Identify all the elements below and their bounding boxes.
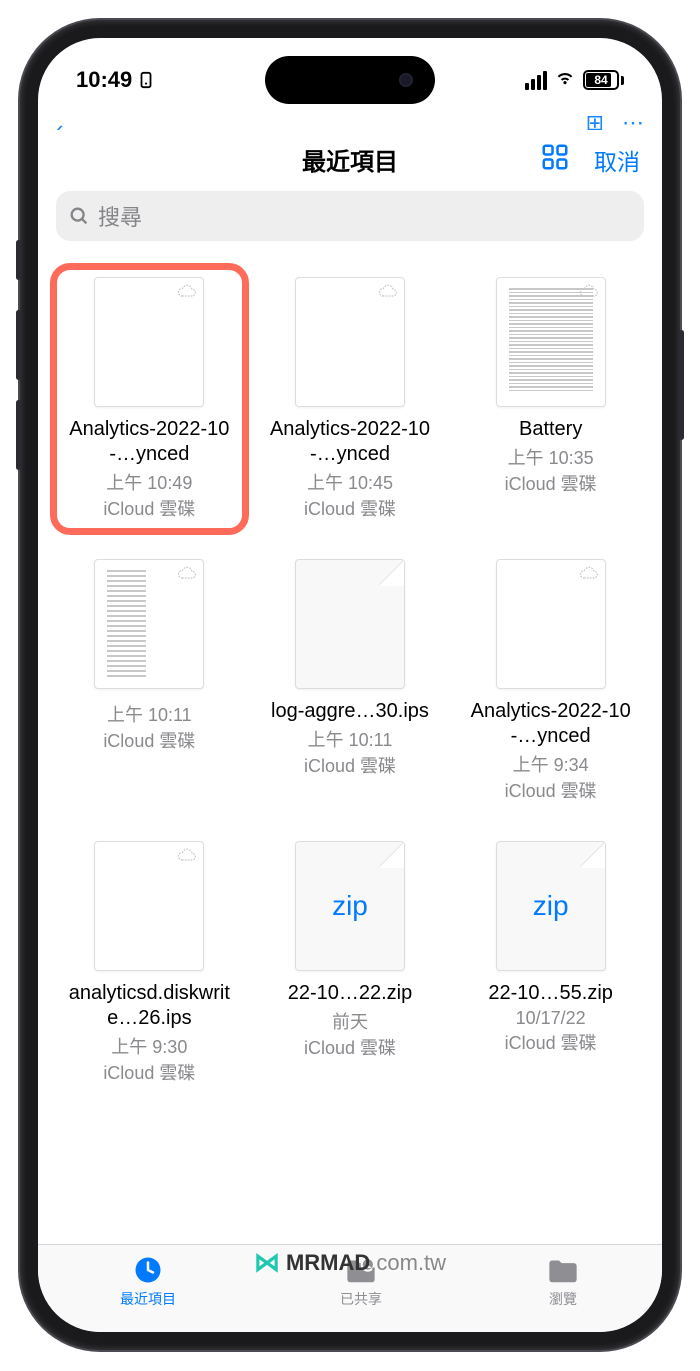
search-input[interactable]: 搜尋	[56, 191, 644, 241]
file-location: iCloud 雲碟	[505, 1029, 597, 1055]
file-item[interactable]: Battery上午 10:35iCloud 雲碟	[455, 267, 646, 531]
file-item[interactable]: log-aggre…30.ips上午 10:11iCloud 雲碟	[255, 549, 446, 813]
file-time: 上午 9:34	[513, 751, 589, 777]
file-item[interactable]: Analytics-2022-10-…ynced上午 10:45iCloud 雲…	[255, 267, 446, 531]
file-time: 上午 10:11	[107, 701, 192, 727]
file-grid: Analytics-2022-10-…ynced上午 10:49iCloud 雲…	[38, 259, 662, 1244]
file-time: 上午 10:49	[106, 469, 192, 495]
file-location: iCloud 雲碟	[505, 470, 597, 496]
page-title: 最近項目	[302, 142, 398, 177]
file-name: analyticsd.diskwrite…26.ips	[58, 981, 241, 1031]
cancel-button[interactable]: 取消	[594, 143, 640, 177]
file-item[interactable]: analyticsd.diskwrite…26.ips上午 9:30iCloud…	[54, 831, 245, 1095]
phone-frame: 10:49 84 ‹⊞⋯ 最近項目	[20, 20, 680, 1350]
file-location: iCloud 雲碟	[304, 1034, 396, 1060]
search-placeholder: 搜尋	[98, 200, 142, 232]
battery-icon: 84	[583, 70, 624, 90]
file-item[interactable]: Analytics-2022-10-…ynced上午 9:34iCloud 雲碟	[455, 549, 646, 813]
screen: 10:49 84 ‹⊞⋯ 最近項目	[38, 38, 662, 1332]
file-location: iCloud 雲碟	[103, 495, 195, 521]
file-name: Analytics-2022-10-…ynced	[459, 699, 642, 749]
header: 最近項目 取消	[38, 130, 662, 191]
file-time: 上午 9:30	[111, 1033, 187, 1059]
status-time: 10:49	[76, 67, 132, 93]
file-item[interactable]: zip22-10…22.zip前天iCloud 雲碟	[255, 831, 446, 1095]
file-time: 上午 10:35	[508, 444, 594, 470]
location-icon	[138, 71, 154, 89]
dynamic-island	[265, 56, 435, 104]
file-time: 10/17/22	[516, 1008, 586, 1029]
file-item[interactable]: zip22-10…55.zip10/17/22iCloud 雲碟	[455, 831, 646, 1095]
file-time: 上午 10:11	[308, 726, 393, 752]
file-name: 22-10…55.zip	[488, 981, 613, 1006]
file-location: iCloud 雲碟	[103, 1059, 195, 1085]
file-time: 前天	[332, 1008, 368, 1034]
tab-folder[interactable]: 瀏覽	[546, 1255, 580, 1309]
file-location: iCloud 雲碟	[103, 727, 195, 753]
file-location: iCloud 雲碟	[304, 752, 396, 778]
file-location: iCloud 雲碟	[304, 495, 396, 521]
background-nav: ‹⊞⋯	[38, 116, 662, 130]
file-name: Analytics-2022-10-…ynced	[259, 417, 442, 467]
file-name: 22-10…22.zip	[288, 981, 413, 1006]
file-location: iCloud 雲碟	[505, 777, 597, 803]
file-time: 上午 10:45	[307, 469, 393, 495]
tab-clock[interactable]: 最近項目	[120, 1255, 176, 1309]
file-item[interactable]: Analytics-2022-10-…ynced上午 10:49iCloud 雲…	[54, 267, 245, 531]
wifi-icon	[554, 66, 576, 94]
view-toggle-icon[interactable]	[540, 142, 570, 177]
file-item[interactable]: 上午 10:11iCloud 雲碟	[54, 549, 245, 813]
file-name: log-aggre…30.ips	[271, 699, 429, 724]
watermark: ⋈ MRMAD.com.tw	[254, 1247, 446, 1278]
file-name: Battery	[519, 417, 582, 442]
cellular-icon	[525, 71, 547, 90]
file-name: Analytics-2022-10-…ynced	[58, 417, 241, 467]
